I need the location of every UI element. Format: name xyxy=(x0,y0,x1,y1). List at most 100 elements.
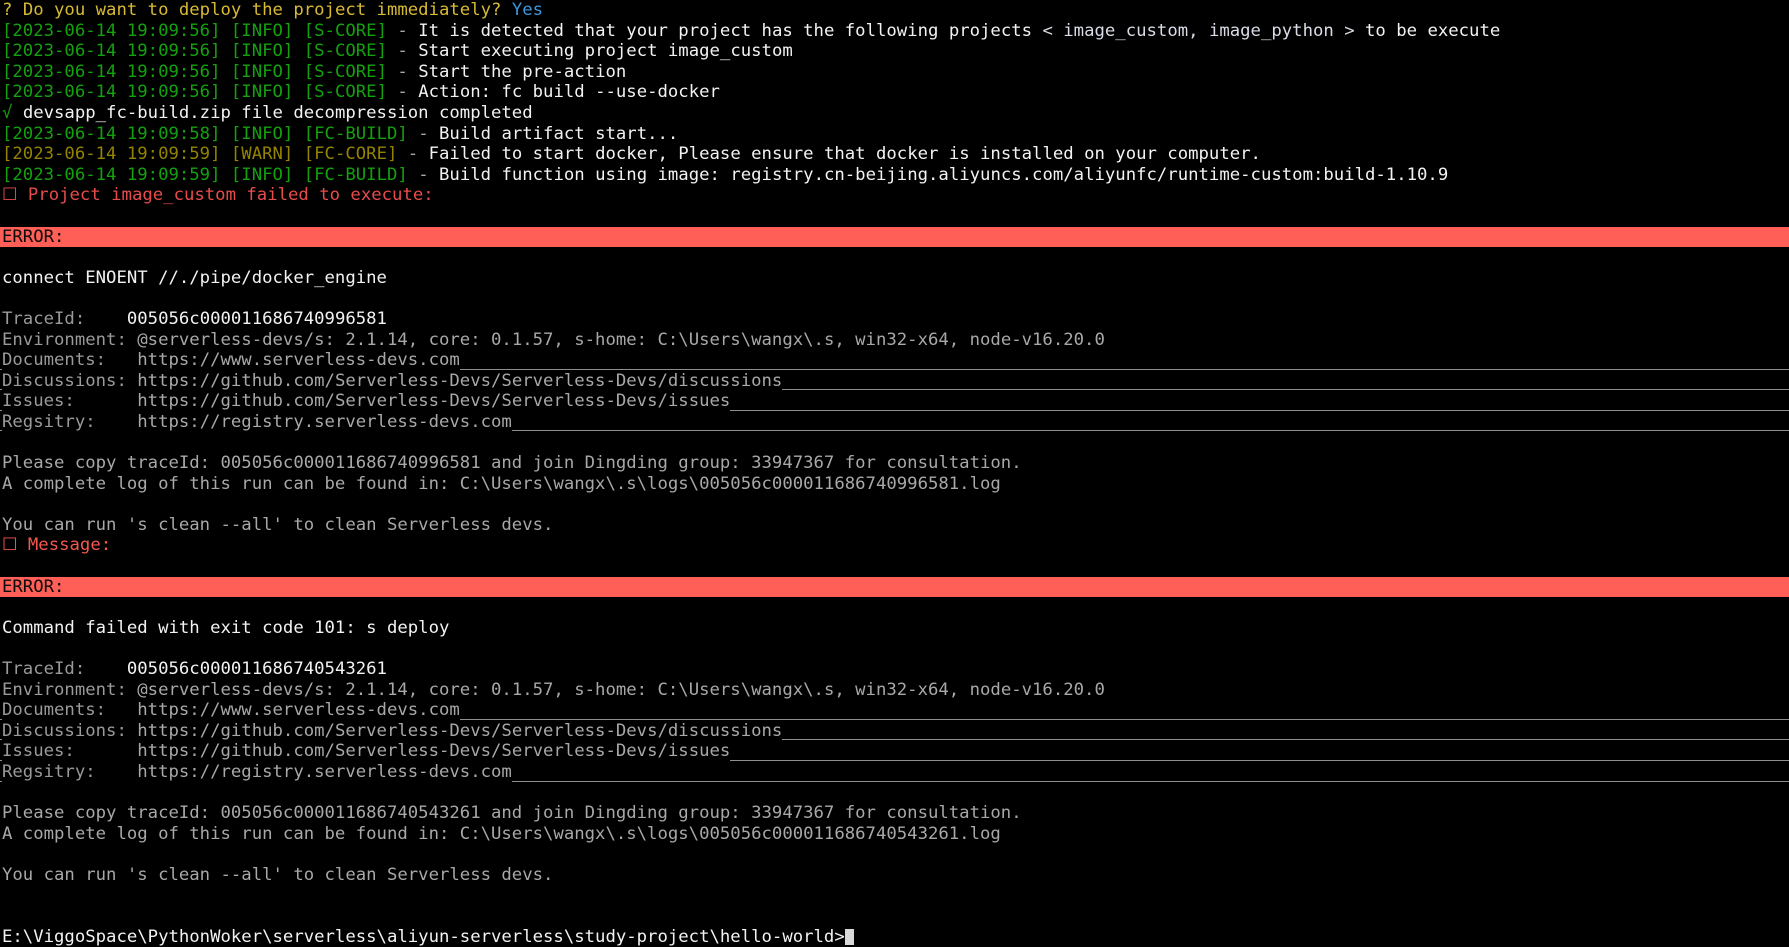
deploy-question-line: ? Do you want to deploy the project imme… xyxy=(0,0,1789,21)
pad xyxy=(95,411,138,432)
documents-label: Documents: xyxy=(2,700,107,721)
log-hint-text: A complete log of this run can be found … xyxy=(2,473,1001,494)
log-message: It is detected that your project has the… xyxy=(418,20,1033,41)
pad xyxy=(106,350,138,371)
registry-row[interactable]: Regsitry: https://registry.serverless-de… xyxy=(0,411,1789,433)
issues-link[interactable]: https://github.com/Serverless-Devs/Serve… xyxy=(137,391,731,412)
log-line-warn: [2023-06-14 19:09:59] [WARN] [FC-CORE] -… xyxy=(0,144,1789,165)
pad xyxy=(95,761,138,782)
log-level: [INFO] xyxy=(230,61,294,82)
discussions-label: Discussions: xyxy=(2,370,127,391)
log-level: [INFO] xyxy=(230,20,294,41)
message-line: ☐ Message: xyxy=(0,535,1789,556)
error-banner-1: ERROR: xyxy=(0,226,1789,248)
trace-hint-text: Please copy traceId: 005056c000011686740… xyxy=(2,803,1022,824)
log-line: [2023-06-14 19:09:59] [INFO] [FC-BUILD] … xyxy=(0,165,1789,186)
spacer: . xyxy=(0,844,1789,865)
log-hint-text: A complete log of this run can be found … xyxy=(2,823,1001,844)
log-timestamp: [2023-06-14 19:09:56] xyxy=(2,41,221,62)
decompression-line: √ devsapp_fc-build.zip file decompressio… xyxy=(0,103,1789,124)
log-line: [2023-06-14 19:09:56] [INFO] [S-CORE] - … xyxy=(0,21,1789,42)
log-source: [S-CORE] xyxy=(303,41,387,62)
environment-value: @serverless-devs/s: 2.1.14, core: 0.1.57… xyxy=(137,679,1105,700)
question-answer: Yes xyxy=(511,0,544,20)
discussions-label: Discussions: xyxy=(2,720,127,741)
registry-link[interactable]: https://registry.serverless-devs.com xyxy=(137,761,512,782)
log-dash: - xyxy=(418,164,429,185)
clean-hint-1: You can run 's clean --all' to clean Ser… xyxy=(0,515,1789,536)
log-dash: - xyxy=(397,61,408,82)
log-line: [2023-06-14 19:09:56] [INFO] [S-CORE] - … xyxy=(0,62,1789,83)
pad xyxy=(85,659,127,679)
registry-link[interactable]: https://registry.serverless-devs.com xyxy=(137,411,512,432)
spacer: . xyxy=(0,783,1789,804)
text-cursor[interactable] xyxy=(844,928,854,945)
error-summary-1: connect ENOENT //./pipe/docker_engine xyxy=(0,268,1789,289)
pad xyxy=(127,680,137,700)
log-dash: - xyxy=(407,144,419,165)
log-timestamp: [2023-06-14 19:09:59] xyxy=(2,144,221,165)
log-timestamp: [2023-06-14 19:09:56] xyxy=(2,82,221,103)
log-line: [2023-06-14 19:09:56] [INFO] [S-CORE] - … xyxy=(0,82,1789,103)
documents-label: Documents: xyxy=(2,350,107,371)
clean-hint-2: You can run 's clean --all' to clean Ser… xyxy=(0,865,1789,886)
discussions-link[interactable]: https://github.com/Serverless-Devs/Serve… xyxy=(137,370,783,391)
error-summary-2: Command failed with exit code 101: s dep… xyxy=(0,618,1789,639)
log-level: [INFO] xyxy=(230,82,294,103)
log-source: [FC-BUILD] xyxy=(303,123,408,144)
spacer: . xyxy=(0,206,1789,227)
documents-row[interactable]: Documents: https://www.serverless-devs.c… xyxy=(0,350,1789,371)
shell-prompt-line[interactable]: E:\ViggoSpace\PythonWoker\serverless\ali… xyxy=(0,927,1789,947)
discussions-row[interactable]: Discussions: https://github.com/Serverle… xyxy=(0,720,1789,742)
discussions-row[interactable]: Discussions: https://github.com/Serverle… xyxy=(0,370,1789,392)
spacer: . xyxy=(0,597,1789,618)
issues-row[interactable]: Issues: https://github.com/Serverless-De… xyxy=(0,391,1789,412)
log-line: [2023-06-14 19:09:58] [INFO] [FC-BUILD] … xyxy=(0,124,1789,145)
issues-row[interactable]: Issues: https://github.com/Serverless-De… xyxy=(0,741,1789,762)
clean-hint-text: You can run 's clean --all' to clean Ser… xyxy=(2,864,554,885)
environment-value: @serverless-devs/s: 2.1.14, core: 0.1.57… xyxy=(137,329,1105,350)
spacer: . xyxy=(0,638,1789,659)
log-timestamp: [2023-06-14 19:09:56] xyxy=(2,61,221,82)
issues-label: Issues: xyxy=(2,741,75,762)
spacer: . xyxy=(0,288,1789,309)
discussions-link[interactable]: https://github.com/Serverless-Devs/Serve… xyxy=(137,720,783,741)
documents-link[interactable]: https://www.serverless-devs.com xyxy=(137,350,460,371)
log-hint-2: A complete log of this run can be found … xyxy=(0,824,1789,845)
pad xyxy=(74,741,138,762)
log-source: [S-CORE] xyxy=(303,82,387,103)
box-icon: ☐ xyxy=(2,535,18,556)
registry-row[interactable]: Regsitry: https://registry.serverless-de… xyxy=(0,761,1789,783)
message-text: Message: xyxy=(27,535,112,556)
log-source: [S-CORE] xyxy=(303,61,387,82)
traceid-label: TraceId: xyxy=(2,308,86,329)
question-marker-icon: ? xyxy=(2,0,13,20)
documents-row[interactable]: Documents: https://www.serverless-devs.c… xyxy=(0,700,1789,721)
log-message-tail: to be execute xyxy=(1365,20,1501,41)
decompression-text: devsapp_fc-build.zip file decompression … xyxy=(22,102,533,123)
issues-link[interactable]: https://github.com/Serverless-Devs/Serve… xyxy=(137,741,731,762)
pad xyxy=(106,700,138,721)
log-level: [INFO] xyxy=(230,164,294,185)
shell-prompt-path: E:\ViggoSpace\PythonWoker\serverless\ali… xyxy=(2,926,845,947)
spacer: . xyxy=(0,886,1789,907)
pad xyxy=(126,720,138,741)
trace-hint-text: Please copy traceId: 005056c000011686740… xyxy=(2,453,1022,474)
log-dash: - xyxy=(397,82,408,103)
clean-hint-text: You can run 's clean --all' to clean Ser… xyxy=(2,514,554,535)
log-level: [INFO] xyxy=(230,123,294,144)
pad xyxy=(85,309,127,329)
pad xyxy=(74,391,138,412)
trace-hint-2: Please copy traceId: 005056c000011686740… xyxy=(0,803,1789,824)
log-timestamp: [2023-06-14 19:09:59] xyxy=(2,164,221,185)
terminal-window[interactable]: ? Do you want to deploy the project imme… xyxy=(0,0,1789,947)
spacer: . xyxy=(0,494,1789,515)
log-dash: - xyxy=(397,20,408,41)
issues-label: Issues: xyxy=(2,391,75,412)
documents-link[interactable]: https://www.serverless-devs.com xyxy=(137,700,460,721)
log-hint-1: A complete log of this run can be found … xyxy=(0,474,1789,495)
error-summary-text: Command failed with exit code 101: s dep… xyxy=(2,617,450,638)
log-timestamp: [2023-06-14 19:09:58] xyxy=(2,123,221,144)
trace-hint-1: Please copy traceId: 005056c000011686740… xyxy=(0,453,1789,474)
log-source: [FC-BUILD] xyxy=(303,164,408,185)
